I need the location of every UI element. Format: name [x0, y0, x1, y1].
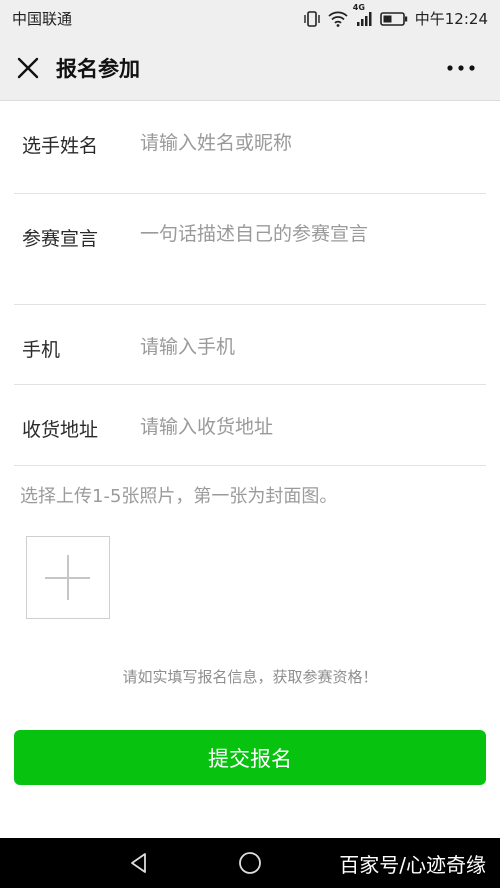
add-photo-button[interactable] — [26, 536, 110, 619]
vibrate-icon — [303, 10, 321, 27]
back-triangle-icon[interactable] — [127, 851, 151, 875]
battery-icon — [379, 11, 408, 26]
clock-time: 中午12:24 — [414, 10, 488, 28]
form-row-name: 选手姓名 — [14, 101, 486, 194]
phone-label: 手机 — [22, 339, 61, 361]
address-input[interactable] — [140, 410, 470, 444]
declaration-label: 参赛宣言 — [22, 228, 99, 250]
submit-button[interactable]: 提交报名 — [14, 730, 486, 785]
network-type: 4G — [352, 2, 365, 12]
declaration-input[interactable] — [140, 219, 470, 289]
name-input[interactable] — [140, 126, 470, 160]
form-row-declaration: 参赛宣言 — [14, 194, 486, 305]
upload-hint: 选择上传1-5张照片，第一张为封面图。 — [20, 486, 338, 507]
header-bar: 报名参加 — [0, 34, 500, 101]
status-bar: 中国联通 4G 中午12:24 — [0, 0, 500, 34]
wifi-icon — [328, 11, 348, 27]
close-icon[interactable] — [14, 54, 42, 82]
status-icons: 4G 中午12:24 — [303, 3, 488, 29]
watermark: 百家号/心迹奇缘 — [339, 853, 486, 877]
signal-icon: 4G — [353, 3, 373, 27]
more-dots-icon[interactable] — [446, 56, 476, 80]
name-label: 选手姓名 — [22, 135, 99, 157]
address-label: 收货地址 — [22, 419, 99, 441]
phone-input[interactable] — [140, 330, 470, 364]
carrier-name: 中国联通 — [12, 10, 73, 28]
home-circle-icon[interactable] — [238, 851, 262, 875]
form-row-address: 收货地址 — [14, 385, 486, 466]
form-row-phone: 手机 — [14, 305, 486, 385]
system-nav-bar: 百家号/心迹奇缘 — [0, 838, 500, 888]
page-title: 报名参加 — [56, 57, 140, 81]
notice-text: 请如实填写报名信息，获取参赛资格！ — [122, 668, 378, 686]
